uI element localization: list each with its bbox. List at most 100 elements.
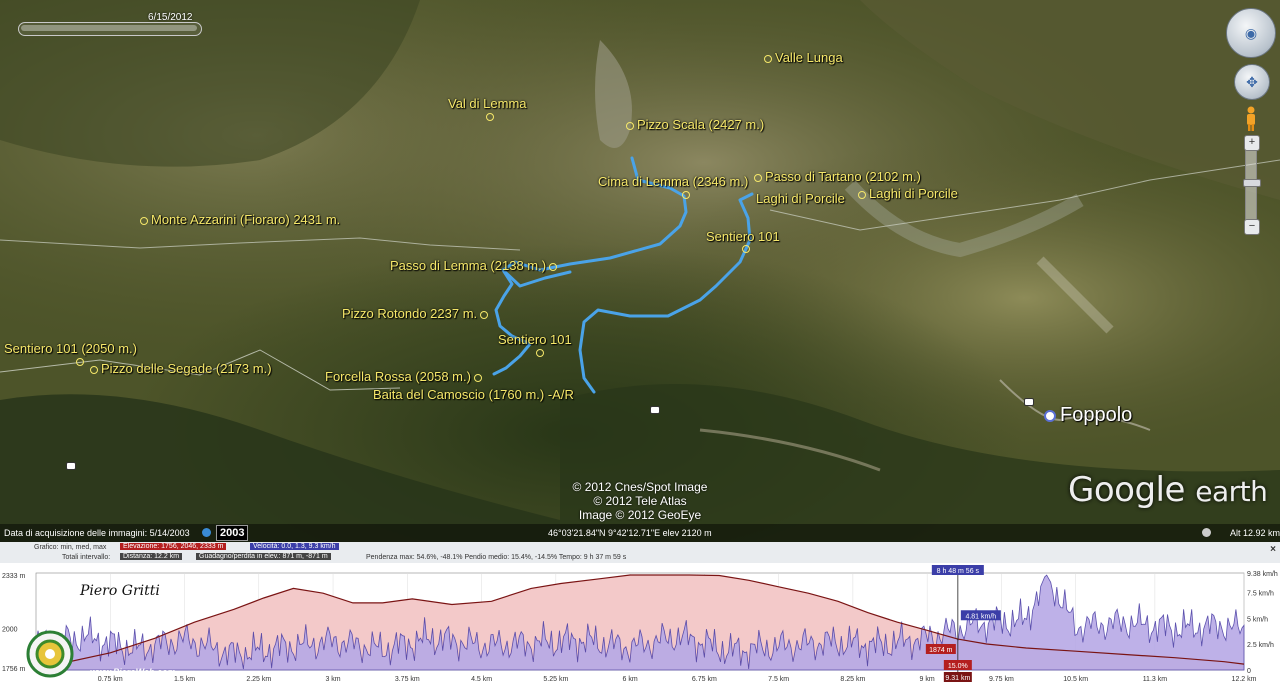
placemark-icon xyxy=(486,112,494,121)
placemark-icon xyxy=(76,357,84,366)
placemark-icon xyxy=(480,310,489,319)
placemark-label: Passo di Lemma (2138 m.) xyxy=(390,258,547,273)
pointer-coordinates: 46°03'21.84"N 9°42'12.71"E elev 2120 m xyxy=(548,528,712,538)
camera-icon[interactable] xyxy=(1024,398,1034,406)
placemark-monte-azzarini[interactable]: Monte Azzarini (Fioraro) 2431 m. xyxy=(140,212,340,227)
placemark-label: Valle Lunga xyxy=(775,50,843,65)
watermark-url: www.PieroWeb.com xyxy=(90,667,176,677)
town-icon xyxy=(1044,409,1056,422)
x-tick-label: 3 km xyxy=(325,676,340,683)
placemark-sentiero-101-mid[interactable]: Sentiero 101 xyxy=(498,332,572,347)
placemark-label: Laghi di Porcile xyxy=(756,191,845,206)
slope-time-stat: Pendenza max: 54.6%, -48.1% Pendio medio… xyxy=(366,554,627,561)
profile-totals-label: Totali intervallo: xyxy=(62,554,111,561)
x-tick-label: 12.2 km xyxy=(1232,676,1257,683)
imagery-year[interactable]: 2003 xyxy=(216,525,249,541)
placemark-pizzo-scala[interactable]: Pizzo Scala (2427 m.) xyxy=(626,117,764,132)
placemark-icon xyxy=(682,190,690,199)
placemark-label: Passo di Tartano (2102 m.) xyxy=(765,169,921,184)
x-tick-label: 2.25 km xyxy=(246,676,271,683)
status-bar: Data di acquisizione delle immagini: 5/1… xyxy=(0,524,1280,542)
placemark-pizzo-rotondo[interactable]: Pizzo Rotondo 2237 m. xyxy=(342,306,489,321)
y-right-tick-label: 2.5 km/h xyxy=(1247,642,1274,649)
y-left-tick-label: 1756 m xyxy=(2,666,26,673)
look-around-control[interactable]: ◉ xyxy=(1226,8,1276,58)
logo-earth-text: earth xyxy=(1195,475,1268,508)
zoom-out-button[interactable]: − xyxy=(1244,219,1260,235)
time-slider[interactable] xyxy=(18,22,202,36)
satellite-map-view[interactable]: 6/15/2012 Valle Lunga Val di Lemma Pizzo… xyxy=(0,0,1280,542)
y-left-tick-label: 2000 xyxy=(2,627,18,634)
camera-icon[interactable] xyxy=(650,406,660,414)
placemark-icon xyxy=(754,173,762,182)
placemark-pizzo-delle-segade[interactable]: Pizzo delle Segade (2173 m.) xyxy=(90,361,272,376)
move-control[interactable]: ✥ xyxy=(1234,64,1270,100)
placemark-icon xyxy=(764,54,772,63)
speed-stat-button[interactable]: Velocità: 0.0, 1.3, 9.3 km/h xyxy=(250,543,339,550)
placemark-icon xyxy=(473,373,482,382)
x-axis-ticks: 0.75 km 1.5 km 2.25 km 3 km 3.75 km 4.5 km 5.2… xyxy=(98,676,1257,683)
camera-icon[interactable] xyxy=(66,462,76,470)
cursor-speed: 4.81 km/h xyxy=(965,613,996,620)
time-slider-range[interactable] xyxy=(21,25,197,31)
close-profile-button[interactable]: × xyxy=(1270,544,1276,555)
placemark-passo-di-tartano[interactable]: Passo di Tartano (2102 m.) xyxy=(754,169,921,184)
placemark-icon xyxy=(742,244,750,253)
y-right-tick-label: 7.5 km/h xyxy=(1247,590,1274,597)
placemark-sentiero-101-west-pin[interactable] xyxy=(76,353,87,368)
placemark-forcella-rossa[interactable]: Forcella Rossa (2058 m.) xyxy=(325,369,482,384)
y-right-tick-label: 9.38 km/h xyxy=(1247,571,1278,578)
placemark-passo-di-lemma[interactable]: Passo di Lemma (2138 m.) xyxy=(390,258,558,273)
x-tick-label: 7.5 km xyxy=(768,676,789,683)
eye-icon: ◉ xyxy=(1244,24,1258,41)
gain-loss-stat: Guadagno/perdita in elev.: 871 m, -871 m xyxy=(196,553,331,560)
placemark-icon xyxy=(140,216,148,225)
placemark-baita-del-camoscio[interactable]: Baita del Camoscio (1760 m.) -A/R xyxy=(373,387,574,402)
cursor-distance: 9.31 km xyxy=(945,675,970,682)
cursor-time: 8 h 48 m 56 s xyxy=(937,568,980,575)
zoom-slider[interactable]: + − xyxy=(1243,135,1261,235)
credit-line: © 2012 Cnes/Spot Image xyxy=(572,480,708,494)
x-tick-label: 8.25 km xyxy=(840,676,865,683)
placemark-foppolo[interactable]: Foppolo xyxy=(1044,404,1132,427)
streaming-indicator-icon xyxy=(1202,528,1211,537)
placemark-cima-di-lemma-pin[interactable] xyxy=(682,186,693,201)
placemark-label: Pizzo Rotondo 2237 m. xyxy=(342,306,478,321)
distance-stat: Distanza: 12.2 km xyxy=(120,553,183,560)
x-tick-label: 11.3 km xyxy=(1143,676,1168,683)
x-tick-label: 9.75 km xyxy=(989,676,1014,683)
move-arrows-icon: ✥ xyxy=(1246,73,1258,90)
terrain-imagery xyxy=(0,0,1280,542)
y-right-tick-label: 0 xyxy=(1247,668,1251,675)
zoom-thumb[interactable] xyxy=(1243,179,1261,187)
profile-chart-label: Grafico: min, med, max xyxy=(34,544,107,551)
zoom-in-button[interactable]: + xyxy=(1244,135,1260,151)
placemark-label: Monte Azzarini (Fioraro) 2431 m. xyxy=(151,212,341,227)
placemark-sentiero-101-west[interactable]: Sentiero 101 (2050 m.) xyxy=(4,341,137,356)
placemark-laghi-di-porcile-b[interactable]: Laghi di Porcile xyxy=(858,186,958,201)
cursor-elevation: 1874 m xyxy=(929,647,953,654)
placemark-laghi-di-porcile-a[interactable]: Laghi di Porcile xyxy=(756,191,845,206)
y-axis-left-ticks: 2333 m 2000 1756 m xyxy=(2,573,26,673)
google-earth-logo: Google earth xyxy=(1068,470,1268,510)
elevation-stat-button[interactable]: Elevazione: 1756, 2046, 2333 m xyxy=(120,543,227,550)
street-view-pegman-icon[interactable] xyxy=(1244,106,1258,132)
x-tick-label: 6.75 km xyxy=(692,676,717,683)
placemark-valle-lunga[interactable]: Valle Lunga xyxy=(764,50,843,65)
placemark-sentiero-101-east-pin[interactable] xyxy=(742,240,753,255)
placemark-label: Sentiero 101 (2050 m.) xyxy=(4,341,137,356)
placemark-sentiero-101-mid-pin[interactable] xyxy=(536,344,547,359)
placemark-label: Baita del Camoscio (1760 m.) -A/R xyxy=(373,387,574,402)
placemark-cima-di-lemma[interactable]: Cima di Lemma (2346 m.) xyxy=(598,174,748,189)
placemark-val-di-lemma-pin[interactable] xyxy=(486,108,497,123)
x-tick-label: 5.25 km xyxy=(543,676,568,683)
placemark-label: Pizzo Scala (2427 m.) xyxy=(637,117,765,132)
x-tick-label: 0.75 km xyxy=(98,676,123,683)
placemark-icon xyxy=(858,190,866,199)
elevation-speed-chart[interactable]: 2333 m 2000 1756 m 9.38 km/h 7.5 km/h 5 km/h… xyxy=(0,563,1280,685)
placemark-icon xyxy=(90,365,98,374)
placemark-label: Pizzo delle Segade (2173 m.) xyxy=(101,361,272,376)
historical-imagery-icon[interactable] xyxy=(202,528,211,537)
x-tick-label: 9 km xyxy=(920,676,935,683)
placemark-icon xyxy=(549,262,558,271)
